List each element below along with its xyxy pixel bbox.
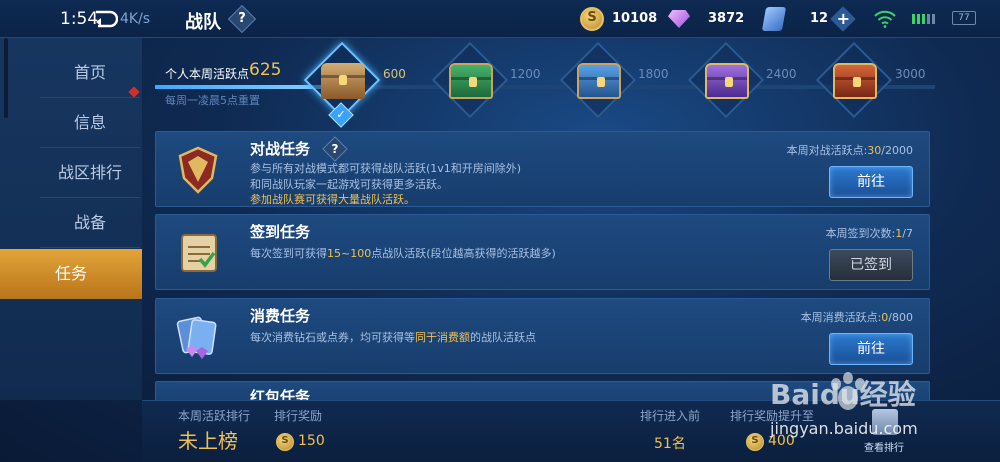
diamond-amount: 3872 <box>708 11 745 26</box>
milestone-3000[interactable] <box>815 41 895 125</box>
page-title: 战队 <box>185 12 221 33</box>
add-voucher-button[interactable]: + <box>830 6 856 32</box>
blue-chest-icon <box>577 63 621 99</box>
task-title: 签到任务 <box>250 223 311 241</box>
task-card-battle: 对战任务 ? 参与所有对战模式都可获得战队活跃(1v1和开房间除外) 和同战队玩… <box>155 131 930 207</box>
network-speed: 4K/s <box>120 11 151 27</box>
milestone-label: 1800 <box>638 67 669 81</box>
gold-coin-icon <box>580 7 604 31</box>
top-bar: 1:54 4K/s 战队 ? 10108 3872 12 + 77 <box>0 0 1000 38</box>
checkin-scroll-icon <box>181 234 217 272</box>
reward-value: 150 <box>298 433 325 449</box>
sidebar-edge <box>4 38 8 118</box>
task-highlight: 参加战队赛可获得大量战队活跃。 <box>250 193 415 206</box>
milestone-1800[interactable] <box>559 41 639 125</box>
back-icon[interactable] <box>92 8 118 30</box>
rank-label: 本周活跃排行 <box>178 409 251 423</box>
milestone-label: 2400 <box>766 67 797 81</box>
diamond-icon <box>668 10 690 28</box>
task-card-spending: 消费任务 每次消费钻石或点券，均可获得等同于消费额的战队活跃点 本周消费活跃点:… <box>155 298 930 374</box>
voucher-currency: 12 + <box>761 6 862 32</box>
sidebar: 首页 信息 战区排行 战备 任务 <box>0 38 142 400</box>
milestone-label: 600 <box>383 67 406 81</box>
task-card-checkin: 签到任务 每次签到可获得15~100点战队活跃(段位越高获得的活跃越多) 本周签… <box>155 214 930 290</box>
voucher-icon <box>761 7 787 31</box>
go-button[interactable]: 前往 <box>829 166 913 198</box>
sidebar-item-tasks[interactable]: 任务 <box>0 249 142 299</box>
spending-cards-icon <box>176 316 217 359</box>
milestone-label: 1200 <box>510 67 541 81</box>
task-description: 每次签到可获得15~100点战队活跃(段位越高获得的活跃越多) <box>250 247 556 260</box>
task-description: 和同战队玩家一起游戏可获得更多活跃。 <box>250 178 448 191</box>
reward-label: 排行奖励 <box>274 409 323 423</box>
checked-in-button[interactable]: 已签到 <box>829 249 913 281</box>
enter-rank-label: 排行进入前 <box>640 409 701 423</box>
milestone-label: 3000 <box>895 67 926 81</box>
weekly-activity-progress: 个人本周活跃点 625 每周一凌晨5点重置 600 ✓ 1200 1800 24… <box>155 40 935 130</box>
red-chest-icon <box>833 63 877 99</box>
view-ranking-button[interactable]: 查看排行 <box>864 439 904 454</box>
wood-chest-icon <box>321 63 365 99</box>
gold-currency: 10108 <box>580 7 660 31</box>
battle-shield-icon <box>178 146 218 194</box>
task-title: 消费任务 <box>250 307 311 325</box>
wifi-icon <box>874 10 896 28</box>
task-title: 对战任务 <box>250 140 311 158</box>
signal-icon <box>912 14 935 24</box>
go-button[interactable]: 前往 <box>829 333 913 365</box>
diamond-currency: 3872 <box>668 7 748 31</box>
gold-coin-icon <box>746 433 764 451</box>
task-stat: 本周对战活跃点:30/2000 <box>786 144 913 157</box>
help-icon[interactable]: ? <box>322 136 348 162</box>
task-stat: 本周签到次数:1/7 <box>825 227 913 240</box>
task-description: 参与所有对战模式都可获得战队活跃(1v1和开房间除外) <box>250 162 522 175</box>
activity-value: 625 <box>249 60 282 80</box>
voucher-amount: 12 <box>810 11 829 26</box>
sidebar-item-region-ranking[interactable]: 战区排行 <box>40 148 140 198</box>
milestone-1200[interactable] <box>431 41 511 125</box>
enter-rank-value: 51名 <box>654 436 686 452</box>
help-icon[interactable]: ? <box>227 4 257 34</box>
milestone-2400[interactable] <box>687 41 767 125</box>
sidebar-item-home[interactable]: 首页 <box>40 48 140 98</box>
reset-note: 每周一凌晨5点重置 <box>165 94 260 107</box>
task-stat: 本周消费活跃点:0/800 <box>800 311 913 324</box>
activity-label: 个人本周活跃点 <box>165 67 250 81</box>
task-description: 每次消费钻石或点券，均可获得等同于消费额的战队活跃点 <box>250 331 536 344</box>
battery-icon: 77 <box>952 11 976 25</box>
green-chest-icon <box>449 63 493 99</box>
gold-coin-icon <box>276 433 294 451</box>
sidebar-item-equipment[interactable]: 战备 <box>40 198 140 248</box>
watermark-url: jingyan.baidu.com <box>770 419 918 438</box>
gold-amount: 10108 <box>612 11 658 26</box>
rank-value: 未上榜 <box>178 429 238 453</box>
purple-chest-icon <box>705 63 749 99</box>
sidebar-item-info[interactable]: 信息 <box>40 98 140 148</box>
